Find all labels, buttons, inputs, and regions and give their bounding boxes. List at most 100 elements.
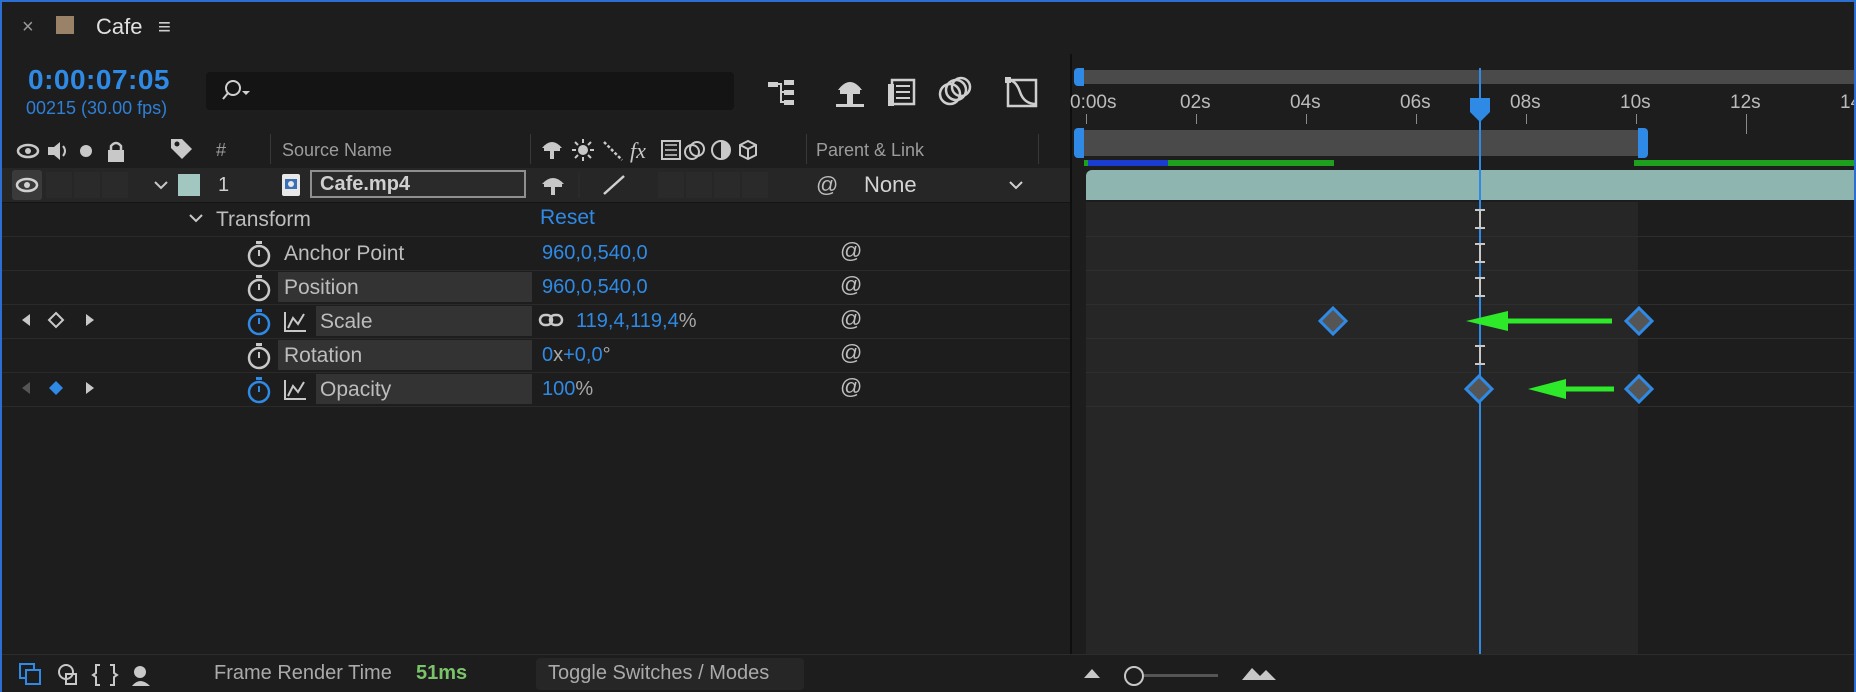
footer-pane-toggles	[19, 663, 150, 686]
pick-whip-icon[interactable]: @	[840, 306, 862, 332]
transform-reset-link[interactable]: Reset	[540, 206, 595, 230]
motion-blur-switch[interactable]	[714, 172, 740, 198]
transform-label: Transform	[216, 208, 311, 231]
render-cache-bar	[1634, 160, 1854, 166]
work-area-end-handle[interactable]	[1638, 128, 1648, 158]
scale-value[interactable]: 119,4,119,4	[576, 310, 679, 332]
opacity-value-group[interactable]: 100%	[542, 378, 593, 401]
keyframe-navigator[interactable]	[18, 310, 100, 330]
frame-blend-switch[interactable]	[686, 172, 712, 198]
close-tab-button[interactable]: ×	[22, 16, 34, 39]
source-name-header[interactable]: Source Name	[282, 140, 392, 161]
work-area-start-handle[interactable]	[1074, 128, 1084, 158]
in-out-pane-icon	[91, 664, 119, 686]
pick-whip-icon[interactable]: @	[816, 172, 838, 198]
layer-search-input[interactable]	[206, 72, 734, 110]
frame-blending-icon[interactable]	[882, 72, 922, 112]
opacity-keyframe[interactable]	[1624, 374, 1654, 404]
track-separator	[1086, 406, 1854, 407]
next-keyframe-icon	[86, 382, 94, 394]
layer-duration-bar[interactable]	[1086, 170, 1854, 200]
quality-switch-icon[interactable]	[600, 172, 628, 198]
column-divider	[530, 134, 531, 164]
scale-value-group[interactable]: 119,4,119,4%	[576, 310, 696, 333]
current-time-indicator-head[interactable]	[1468, 96, 1492, 124]
rotation-value-group[interactable]: 0x+0,0°	[542, 344, 611, 367]
scale-keyframe[interactable]	[1624, 306, 1654, 336]
rotation-unit: °	[602, 344, 611, 366]
3d-layer-switch[interactable]	[742, 172, 768, 198]
parent-link-header[interactable]: Parent & Link	[816, 140, 924, 161]
stopwatch-icon[interactable]	[246, 274, 272, 302]
current-time-display[interactable]: 0:00:07:05	[28, 64, 170, 96]
scale-label: Scale	[320, 310, 373, 333]
scale-unit: %	[678, 310, 697, 332]
pick-whip-icon[interactable]: @	[840, 374, 862, 400]
stopwatch-active-icon[interactable]	[246, 308, 272, 336]
layer-name-field[interactable]: Cafe.mp4	[310, 170, 526, 198]
green-arrow-annotation	[1466, 311, 1612, 331]
label-tag-icon	[171, 139, 192, 159]
layer-label-color[interactable]	[178, 174, 200, 196]
column-divider	[270, 134, 271, 164]
work-area-bar[interactable]	[1078, 130, 1644, 156]
ruler-label: 0:00s	[1070, 92, 1117, 113]
column-divider	[1038, 134, 1039, 164]
pick-whip-icon[interactable]: @	[840, 340, 862, 366]
keyframe-navigator[interactable]	[18, 378, 100, 398]
rotation-degrees[interactable]: +0,0	[563, 344, 602, 366]
opacity-keyframe[interactable]	[1464, 374, 1494, 404]
graph-editor-icon[interactable]	[1002, 72, 1042, 112]
stopwatch-icon[interactable]	[246, 240, 272, 268]
ruler-tick	[1416, 114, 1417, 124]
ruler-tick	[1636, 114, 1637, 124]
stopwatch-active-icon[interactable]	[246, 376, 272, 404]
shy-switch-icon[interactable]	[538, 172, 568, 198]
motion-blur-icon[interactable]	[934, 72, 974, 112]
opacity-value[interactable]: 100	[542, 378, 575, 400]
time-navigator-bar[interactable]	[1078, 70, 1854, 84]
ruler-tick	[1526, 114, 1527, 124]
av-features-header-icons	[16, 141, 124, 162]
scale-keyframe[interactable]	[1318, 306, 1348, 336]
expand-layer-chevron-icon[interactable]	[152, 176, 170, 194]
graph-icon[interactable]	[282, 378, 308, 402]
effects-switch[interactable]	[658, 172, 684, 198]
position-value[interactable]: 960,0,540,0	[542, 276, 648, 299]
lock-toggle[interactable]	[102, 172, 128, 198]
layer-visibility-toggle[interactable]	[12, 170, 42, 200]
parent-select[interactable]: None	[854, 170, 1034, 200]
composition-mini-flowchart-icon[interactable]	[762, 72, 802, 112]
transform-group-row[interactable]	[2, 202, 1070, 237]
stopwatch-icon[interactable]	[246, 342, 272, 370]
zoom-slider-thumb[interactable]	[1124, 666, 1144, 686]
position-label: Position	[284, 276, 359, 299]
audio-toggle[interactable]	[46, 172, 72, 198]
anchor-point-value[interactable]: 960,0,540,0	[542, 242, 648, 265]
graph-icon[interactable]	[282, 310, 308, 334]
zoom-in-icon[interactable]	[1240, 664, 1278, 682]
lock-icon	[108, 141, 124, 162]
solo-dot-icon	[80, 145, 92, 157]
panel-tab-bar	[2, 2, 1854, 54]
shy-layers-icon[interactable]	[830, 72, 870, 112]
rotation-revolutions[interactable]: 0	[542, 344, 553, 366]
zoom-out-icon[interactable]	[1082, 666, 1102, 680]
expand-transform-chevron-icon[interactable]	[188, 210, 204, 226]
ruler-tick	[1746, 114, 1747, 134]
transfer-controls-pane-icon	[58, 664, 77, 685]
opacity-label: Opacity	[320, 378, 392, 401]
pick-whip-icon[interactable]: @	[840, 238, 862, 264]
static-property-marker-icon	[1475, 243, 1485, 263]
composition-tab-title[interactable]: Cafe	[96, 14, 142, 40]
layer-number-header: #	[216, 140, 227, 160]
audio-speaker-icon	[48, 142, 66, 160]
track-separator	[1086, 304, 1854, 305]
constrain-proportions-link-icon[interactable]	[538, 312, 564, 328]
solo-toggle[interactable]	[74, 172, 100, 198]
panel-menu-icon[interactable]: ≡	[158, 14, 171, 40]
navigator-start-handle[interactable]	[1074, 68, 1084, 86]
frame-render-time-label: Frame Render Time	[214, 662, 392, 684]
scale-row	[2, 304, 1070, 339]
pick-whip-icon[interactable]: @	[840, 272, 862, 298]
